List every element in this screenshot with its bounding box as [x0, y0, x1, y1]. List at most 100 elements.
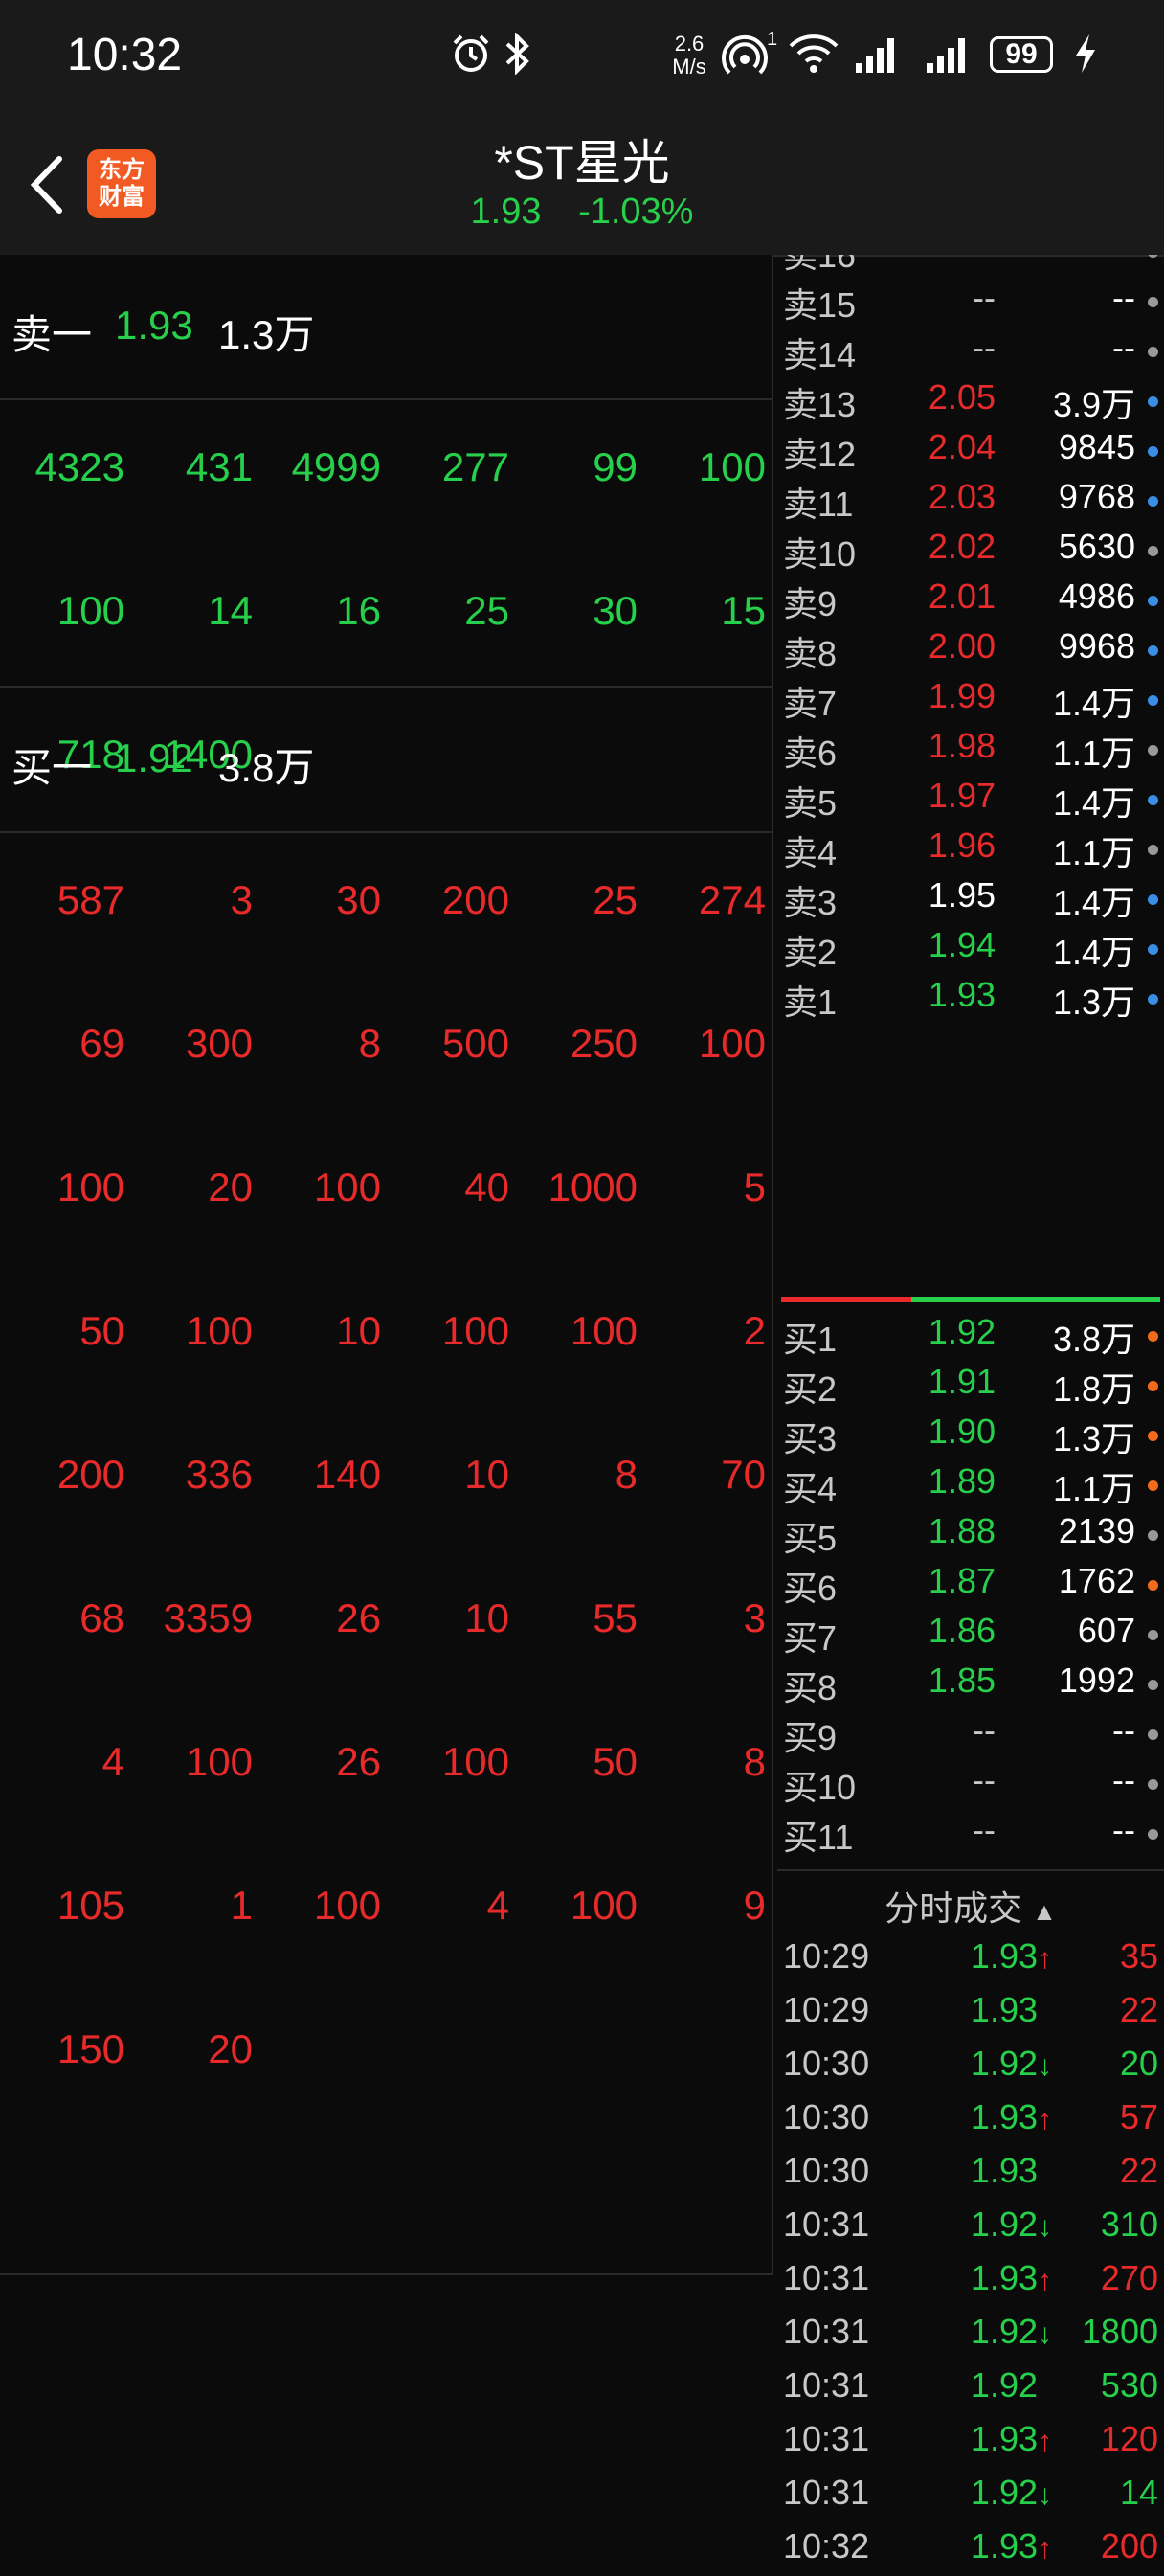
tick-volume: 22: [1119, 2151, 1158, 2190]
bid-level-row[interactable]: 买7 1.86 607: [777, 1611, 1164, 1661]
bid-level-row[interactable]: 买5 1.88 2139: [777, 1511, 1164, 1561]
ask-level-row[interactable]: 卖16 -- --: [777, 255, 1164, 278]
level-volume: 9768: [1058, 477, 1135, 516]
tick-time: 10:31: [783, 2204, 870, 2244]
ask-level-row[interactable]: 卖13 2.05 3.9万: [777, 377, 1164, 427]
level-volume: 1.4万: [1052, 783, 1135, 823]
queue-order-volume: 277: [441, 444, 509, 489]
ask-level-row[interactable]: 卖10 2.02 5630: [777, 527, 1164, 576]
ask-level-row[interactable]: 卖1 1.93 1.3万: [777, 975, 1164, 1025]
level-volume: --: [1112, 255, 1135, 268]
bid-level-row[interactable]: 买2 1.91 1.8万: [777, 1362, 1164, 1412]
level-label: 卖5: [783, 783, 838, 823]
stock-header: 东方 财富 *ST星光 1.93 -1.03%: [0, 113, 1164, 257]
ask-level-row[interactable]: 卖5 1.97 1.4万: [777, 776, 1164, 825]
level-volume: 607: [1077, 1611, 1135, 1650]
tick-volume: 310: [1100, 2204, 1158, 2244]
ask-level-row[interactable]: 卖2 1.94 1.4万: [777, 925, 1164, 975]
bid-level-row[interactable]: 买8 1.85 1992: [777, 1661, 1164, 1710]
ask-level-row[interactable]: 卖9 2.01 4986: [777, 576, 1164, 626]
change-percent: -1.03%: [578, 192, 694, 232]
ask-level-row[interactable]: 卖7 1.99 1.4万: [777, 676, 1164, 726]
tick-time: 10:29: [783, 1936, 870, 1976]
ask-level-row[interactable]: 卖8 2.00 9968: [777, 626, 1164, 676]
buy1-header[interactable]: 买一 1.92 3.8万: [0, 688, 772, 833]
price-summary: 1.93 -1.03%: [0, 192, 1164, 233]
bid-level-row[interactable]: 买1 1.92 3.8万: [777, 1312, 1164, 1362]
broker-dot-icon: [1148, 1729, 1158, 1740]
level-price: 1.97: [928, 776, 996, 815]
level-volume: 1.4万: [1052, 684, 1135, 723]
queue-order-volume: 1000: [548, 1164, 638, 1209]
bid-level-row[interactable]: 买3 1.90 1.3万: [777, 1412, 1164, 1461]
tick-trades-title[interactable]: 分时成交 ▲: [777, 1881, 1164, 1931]
queue-order-volume: 3: [230, 877, 253, 922]
tick-price: 1.92: [970, 2204, 1038, 2244]
broker-dot-icon: [1148, 695, 1158, 706]
bid-level-row[interactable]: 买12 -- --: [777, 1860, 1164, 1869]
broker-dot-icon: [1148, 1580, 1158, 1591]
sell1-label: 卖一: [11, 312, 93, 357]
tick-price: 1.92: [970, 2365, 1038, 2405]
level-label: 买12: [783, 1860, 856, 1869]
queue-order-volume: 336: [185, 1452, 253, 1497]
broker-dot-icon: [1148, 994, 1158, 1005]
level-label: 卖3: [783, 883, 838, 922]
order-book[interactable]: 卖16 -- -- 卖15 -- -- 卖14 -- -- 卖13 2.05 3.9万卖12 2.04 9…: [777, 255, 1164, 1869]
queue-order-volume: 100: [185, 1308, 253, 1353]
ask-level-row[interactable]: 卖4 1.96 1.1万: [777, 825, 1164, 875]
bid-ask-ratio-bar: [781, 1297, 1160, 1302]
current-price: 1.93: [470, 192, 542, 232]
broker-dot-icon: [1148, 1779, 1158, 1790]
level-volume: 3.9万: [1052, 385, 1135, 424]
queue-order-volume: 4323: [34, 444, 124, 489]
broker-dot-icon: [1148, 396, 1158, 407]
level-label: 买1: [783, 1320, 838, 1359]
queue-order-volume: 200: [441, 877, 509, 922]
up-arrow-icon: ↑: [1038, 2533, 1052, 2565]
sell1-volume: 1.3万: [218, 312, 315, 357]
queue-order-volume: 100: [185, 1739, 253, 1784]
level-label: 买3: [783, 1419, 838, 1458]
queue-order-volume: 100: [56, 588, 124, 633]
level-volume: 4986: [1058, 576, 1135, 616]
broker-dot-icon: [1148, 1530, 1158, 1541]
ask-level-row[interactable]: 卖3 1.95 1.4万: [777, 875, 1164, 925]
bid-level-row[interactable]: 买9 -- --: [777, 1710, 1164, 1760]
sell1-header[interactable]: 卖一 1.93 1.3万: [0, 255, 772, 400]
level-volume: 1762: [1058, 1561, 1135, 1600]
down-arrow-icon: ↓: [1038, 2050, 1052, 2082]
broker-dot-icon: [1148, 795, 1158, 805]
level-label: 买9: [783, 1718, 838, 1757]
level-label: 卖8: [783, 634, 838, 673]
level-label: 买4: [783, 1469, 838, 1508]
tick-time: 10:30: [783, 2151, 870, 2190]
level1-queue-panel: 卖一 1.93 1.3万 4323 431 4999 277 99 100 100 14 16 2…: [0, 255, 773, 2275]
up-arrow-icon: ↑: [1038, 2265, 1052, 2296]
bid-level-row[interactable]: 买6 1.87 1762: [777, 1561, 1164, 1611]
level-volume: --: [1112, 1710, 1135, 1750]
ask-level-row[interactable]: 卖11 2.03 9768: [777, 477, 1164, 527]
broker-dot-icon: [1148, 1381, 1158, 1391]
tick-trades-panel[interactable]: 分时成交 ▲ 10:29 1.93↑ 35 10:29 1.93 22 10:30 1.92↓…: [777, 1869, 1164, 2576]
level-price: 1.86: [928, 1611, 996, 1650]
ask-level-row[interactable]: 卖6 1.98 1.1万: [777, 726, 1164, 776]
ask-level-row[interactable]: 卖14 -- --: [777, 328, 1164, 377]
bid-level-row[interactable]: 买10 -- --: [777, 1760, 1164, 1810]
level-price: 1.94: [928, 925, 996, 964]
down-arrow-icon: ↓: [1038, 2211, 1052, 2243]
tick-volume: 530: [1100, 2365, 1158, 2405]
ask-level-row[interactable]: 卖15 -- --: [777, 278, 1164, 328]
level-volume: 1.1万: [1052, 833, 1135, 872]
broker-dot-icon: [1148, 745, 1158, 756]
ask-level-row[interactable]: 卖12 2.04 9845: [777, 427, 1164, 477]
queue-order-volume: 9: [743, 1883, 766, 1928]
level-label: 卖12: [783, 435, 857, 474]
tick-time: 10:32: [783, 2526, 870, 2565]
queue-order-volume: 140: [313, 1452, 381, 1497]
queue-order-volume: 100: [313, 1164, 381, 1209]
bid-level-row[interactable]: 买4 1.89 1.1万: [777, 1461, 1164, 1511]
bid-level-row[interactable]: 买11 -- --: [777, 1810, 1164, 1860]
level-label: 卖4: [783, 833, 838, 872]
clock: 10:32: [67, 30, 183, 80]
